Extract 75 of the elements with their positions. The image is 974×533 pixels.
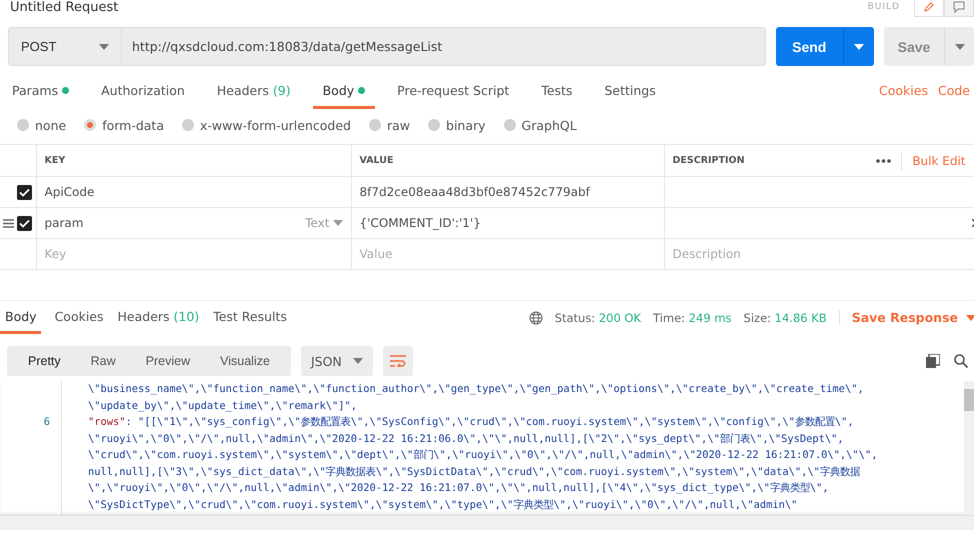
- radio-label[interactable]: x-www-form-urlencoded: [200, 118, 351, 132]
- vertical-scrollbar[interactable]: [964, 381, 974, 515]
- request-tab[interactable]: Settings: [604, 83, 656, 109]
- mode-label: BUILD: [868, 2, 900, 12]
- globe-icon[interactable]: [528, 310, 543, 324]
- response-tab[interactable]: Headers (10): [118, 309, 200, 334]
- code-line: \"business_name\",\"function_name\",\"function_author\",\"gen_type\",\"gen_path\",\"options\",\"create_by\",\"create_time\",: [88, 382, 864, 397]
- column-header: DESCRIPTION: [672, 155, 745, 166]
- wrap-lines-icon: [390, 355, 406, 367]
- request-tab[interactable]: Authorization: [101, 83, 185, 109]
- column-header: VALUE: [360, 155, 394, 166]
- radio-button[interactable]: [182, 119, 194, 131]
- response-tab[interactable]: Test Results: [213, 309, 287, 334]
- line-number: 6: [42, 415, 50, 430]
- checkbox[interactable]: [16, 184, 32, 200]
- radio-button[interactable]: [84, 119, 96, 131]
- code-line: \"crud\",\"com.ruoyi.system\",\"system\",\"dept\",\"部门\",\"ruoyi\",\"0\",\"/\",null,\"admin\",\"2020-12-22 16:21:07.0\",\"\",: [88, 448, 878, 463]
- send-button[interactable]: Send: [776, 27, 874, 66]
- view-option[interactable]: Preview: [130, 346, 206, 376]
- request-tab[interactable]: Tests: [541, 83, 572, 109]
- caret-icon: [332, 220, 342, 226]
- radio-label[interactable]: GraphQL: [522, 118, 577, 132]
- horizontal-scrollbar[interactable]: [0, 515, 974, 530]
- radio-label[interactable]: none: [35, 118, 66, 132]
- request-tab[interactable]: Pre-request Script: [397, 83, 510, 109]
- caret-icon: [854, 44, 864, 50]
- method-dropdown[interactable]: POST: [8, 27, 122, 66]
- radio-button[interactable]: [17, 119, 29, 131]
- code-line: \"update_by\",\"update_time\",\"remark\"]",: [88, 398, 357, 414]
- code-line: null,null],[\"3\",\"sys_dict_data\",\"字典数据表\",\"SysDictData\",\"crud\",\"com.ruoyi.system\",\"system\",\"data\",\"字典数据: [88, 464, 860, 480]
- view-option[interactable]: Pretty: [13, 346, 76, 376]
- value-cell: 8f7d2ce08eaa48d3bf0e87452c779abf: [360, 185, 590, 199]
- radio-label[interactable]: raw: [386, 118, 410, 132]
- url-field[interactable]: http://qxsdcloud.com:18083/data/getMessageList: [122, 27, 766, 66]
- drag-handle-icon[interactable]: [2, 218, 14, 228]
- view-option[interactable]: Raw: [76, 346, 131, 376]
- key-cell: ApiCode: [44, 185, 94, 199]
- code-line: \"SysDictType\",\"crud\",\"com.ruoyi.system\",\"system\",\"type\",\"字典类型\",\"ruoyi\",\"0\",\"/\",null,\"admin\": [88, 498, 798, 512]
- radio-button[interactable]: [368, 119, 381, 131]
- more-icon[interactable]: [876, 158, 892, 162]
- format-dropdown[interactable]: JSON: [300, 346, 373, 376]
- value-cell: {'COMMENT_ID':'1'}: [360, 216, 481, 230]
- comment-icon: [953, 1, 965, 13]
- copy-icon[interactable]: [926, 354, 940, 368]
- code-line: \",\"ruoyi\",\"0\",\"/\",null,\"admin\",\"2020-12-22 16:21:07.0\",\"\",null,null],[\"4\",\"sys_dict_type\",\"字典类型\",: [88, 481, 829, 496]
- radio-button[interactable]: [504, 119, 516, 131]
- radio-label[interactable]: form-data: [102, 118, 164, 132]
- column-header: KEY: [44, 155, 66, 166]
- view-option[interactable]: Visualize: [205, 346, 285, 376]
- wrap-button[interactable]: [382, 346, 413, 376]
- response-stat: Time: 249 ms: [653, 310, 732, 324]
- scrollbar-thumb[interactable]: [964, 389, 974, 411]
- json-key: "rows": [88, 414, 126, 430]
- pencil-icon: [923, 1, 935, 13]
- request-title: Untitled Request: [10, 0, 118, 14]
- radio-button[interactable]: [428, 119, 440, 131]
- response-tab[interactable]: Body: [0, 309, 41, 334]
- caret-icon: [99, 44, 109, 50]
- radio-label[interactable]: binary: [446, 118, 486, 132]
- search-icon[interactable]: [954, 354, 968, 368]
- request-tab[interactable]: Body: [312, 83, 376, 109]
- caret-icon: [954, 44, 964, 50]
- caret-icon: [966, 314, 974, 320]
- code-line: \"ruoyi\",\"0\",\"/\",null,\"admin\",\"2020-12-22 16:21:06.0\",\"\",null,null],[\"2\",\"sys_dept\",\"部门表\",\"SysDept\",: [88, 432, 844, 446]
- response-stat: Status: 200 OK: [554, 310, 642, 324]
- mode-toggle-button[interactable]: [914, 0, 944, 17]
- checkbox[interactable]: [16, 216, 32, 230]
- code-line: : "[[\"1\",\"sys_config\",\"参数配置表\",\"SysConfig\",\"crud\",\"com.ruoyi.system\",\"system\",\"config\",\"参数配置\",: [126, 415, 854, 430]
- request-tab[interactable]: Headers (9): [216, 83, 291, 109]
- response-stat: Size: 14.86 KB: [744, 310, 827, 324]
- request-tab[interactable]: Params: [12, 83, 70, 109]
- response-tab[interactable]: Cookies: [54, 309, 104, 334]
- mode-toggle-button[interactable]: [944, 0, 974, 17]
- key-cell: param: [44, 216, 84, 230]
- caret-icon: [352, 358, 363, 364]
